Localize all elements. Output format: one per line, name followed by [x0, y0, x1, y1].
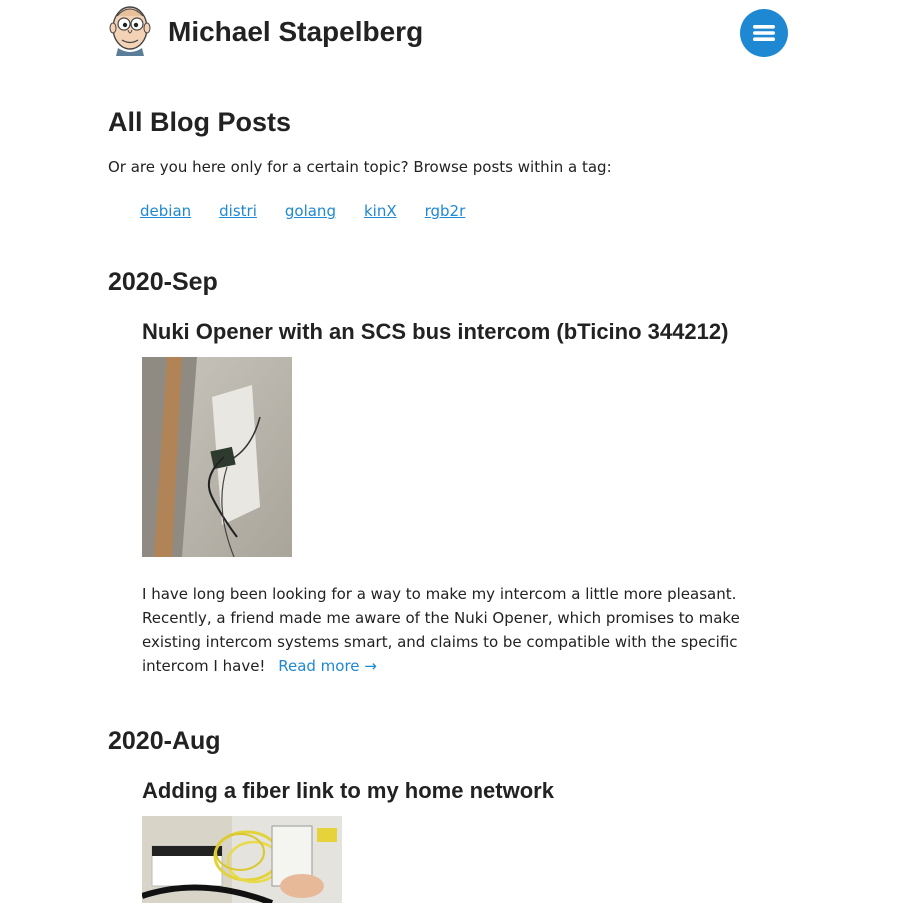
post-summary: I have long been looking for a way to ma… — [142, 582, 790, 678]
tag-link-distri[interactable]: distri — [219, 202, 257, 220]
post-title-link[interactable]: Nuki Opener with an SCS bus intercom (bT… — [142, 317, 728, 347]
post-thumbnail-intercom[interactable] — [142, 357, 292, 557]
tag-link-kinx[interactable]: kinX — [364, 202, 397, 220]
tag-intro-text: Or are you here only for a certain topic… — [108, 158, 612, 176]
read-more-link[interactable]: Read more → — [278, 657, 377, 675]
avatar[interactable] — [108, 4, 152, 56]
tag-link-rgb2r[interactable]: rgb2r — [425, 202, 466, 220]
menu-button[interactable] — [740, 9, 788, 57]
tag-link-golang[interactable]: golang — [285, 202, 336, 220]
tag-list: debian distri golang kinX rgb2r — [140, 200, 465, 222]
page: Michael Stapelberg All Blog Posts Or are… — [0, 0, 904, 903]
post-summary-text: I have long been looking for a way to ma… — [142, 585, 740, 675]
tag-link-debian[interactable]: debian — [140, 202, 191, 220]
hamburger-menu-icon — [753, 25, 775, 41]
month-heading: 2020-Aug — [108, 727, 221, 755]
month-heading: 2020-Sep — [108, 268, 218, 296]
site-title[interactable]: Michael Stapelberg — [168, 14, 423, 50]
page-title: All Blog Posts — [108, 107, 292, 137]
post-thumbnail-fiber[interactable] — [142, 816, 342, 903]
post-title-link[interactable]: Adding a fiber link to my home network — [142, 776, 554, 806]
